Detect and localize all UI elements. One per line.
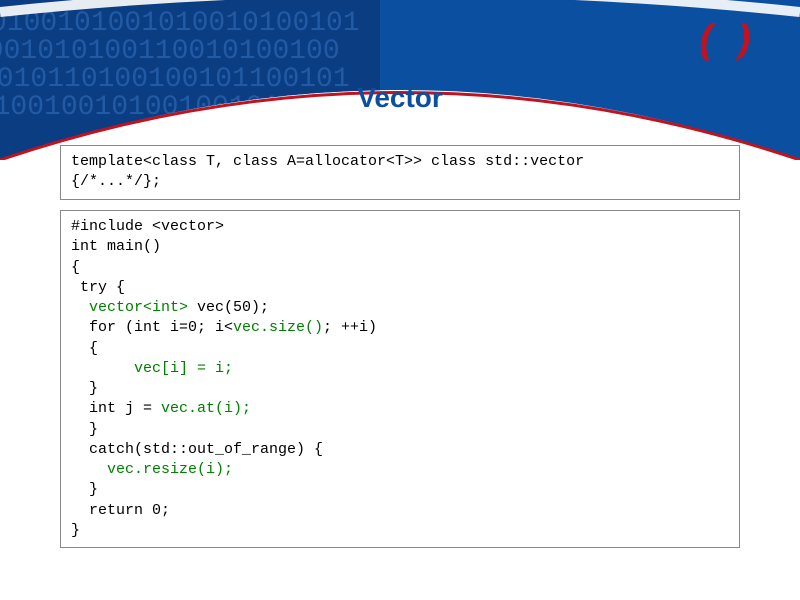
code-line: {	[71, 340, 98, 357]
code-line: return 0;	[71, 502, 170, 519]
code-line: }	[71, 421, 98, 438]
slide: 0100101001010010100101 10010101001100101…	[0, 0, 800, 600]
svg-text:1001010100110010100100: 1001010100110010100100	[0, 36, 340, 67]
logo: (it) НИИТ	[680, 20, 770, 74]
code-line: try {	[71, 279, 125, 296]
logo-glyph: (it)	[680, 20, 770, 58]
code-line: catch(std::out_of_range) {	[71, 441, 323, 458]
template-declaration-box: template<class T, class A=allocator<T>> …	[60, 145, 740, 200]
code-highlight: vec[i] = i;	[134, 360, 233, 377]
code-highlight: vector<int>	[89, 299, 188, 316]
logo-label: НИИТ	[680, 56, 770, 74]
code-line: int j = vec.at(i);	[71, 400, 251, 417]
svg-text:0100101001010010100101: 0100101001010010100101	[0, 8, 360, 39]
code-highlight: vec.resize(i);	[107, 461, 233, 478]
code-line: vector<int> vec(50);	[71, 299, 269, 316]
code-text: vec(50);	[188, 299, 269, 316]
code-highlight: vec.at(i);	[161, 400, 251, 417]
code-highlight: vec.size()	[233, 319, 323, 336]
code-sample-box: #include <vector> int main() { try { vec…	[60, 210, 740, 548]
code-text: int j =	[71, 400, 161, 417]
code-line: }	[71, 481, 98, 498]
code-text: for (int i=0; i<	[71, 319, 233, 336]
code-line: vec.resize(i);	[71, 461, 233, 478]
code-line: }	[71, 380, 98, 397]
code-line: for (int i=0; i<vec.size(); ++i)	[71, 319, 377, 336]
code-line: #include <vector>	[71, 218, 224, 235]
slide-title: Vector	[0, 82, 800, 114]
code-line: vec[i] = i;	[71, 360, 233, 377]
code-line: {	[71, 259, 80, 276]
code-text: ; ++i)	[323, 319, 377, 336]
code-line: int main()	[71, 238, 161, 255]
template-declaration-code: template<class T, class A=allocator<T>> …	[71, 153, 584, 190]
code-line: }	[71, 522, 80, 539]
